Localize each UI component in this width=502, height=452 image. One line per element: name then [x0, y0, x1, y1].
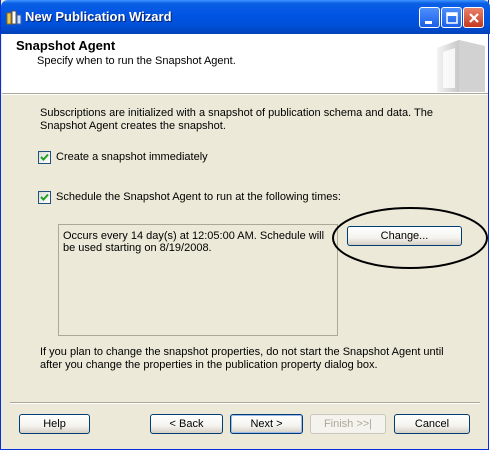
maximize-button[interactable]: [441, 7, 462, 28]
wizard-graphic-icon: [437, 40, 485, 92]
title-bar[interactable]: New Publication Wizard: [1, 0, 490, 34]
create-snapshot-label: Create a snapshot immediately: [56, 151, 208, 163]
checkmark-icon: [40, 153, 49, 161]
create-snapshot-checkbox[interactable]: [38, 150, 51, 164]
finish-button[interactable]: Finish >>|: [310, 414, 386, 434]
checkmark-icon: [40, 193, 49, 201]
create-snapshot-option[interactable]: Create a snapshot immediately: [38, 150, 208, 164]
note-text: If you plan to change the snapshot prope…: [40, 346, 444, 371]
close-icon: [469, 13, 479, 23]
page-subtitle: Specify when to run the Snapshot Agent.: [37, 55, 236, 67]
schedule-agent-label: Schedule the Snapshot Agent to run at th…: [56, 191, 341, 203]
intro-text: Subscriptions are initialized with a sna…: [40, 107, 433, 132]
schedule-agent-option[interactable]: Schedule the Snapshot Agent to run at th…: [38, 190, 341, 204]
next-button[interactable]: Next >: [230, 414, 303, 434]
schedule-agent-checkbox[interactable]: [38, 190, 51, 204]
minimize-icon: [425, 21, 432, 24]
app-icon: [6, 9, 22, 25]
page-title: Snapshot Agent: [16, 38, 116, 53]
header-divider: [2, 93, 488, 95]
schedule-description-box: Occurs every 14 day(s) at 12:05:00 AM. S…: [58, 224, 338, 336]
maximize-icon: [446, 12, 458, 24]
wizard-window: New Publication Wizard Snapshot Agent Sp…: [0, 0, 490, 450]
highlight-ellipse: [332, 207, 488, 269]
footer-divider: [10, 402, 480, 404]
minimize-button[interactable]: [419, 7, 440, 28]
close-button[interactable]: [463, 7, 484, 28]
cancel-button[interactable]: Cancel: [394, 414, 470, 434]
wizard-header: Snapshot Agent Specify when to run the S…: [2, 34, 488, 93]
help-button[interactable]: Help: [19, 414, 90, 434]
window-title: New Publication Wizard: [25, 9, 172, 24]
back-button[interactable]: < Back: [150, 414, 223, 434]
